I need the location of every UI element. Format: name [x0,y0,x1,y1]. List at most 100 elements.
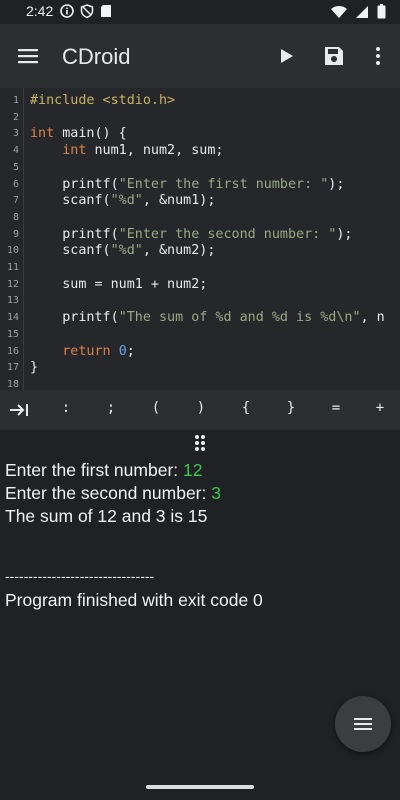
battery-icon [377,4,386,19]
drag-handle-icon [195,435,205,451]
code-line[interactable]: printf("Enter the second number: "); [30,227,352,243]
more-vert-icon [376,47,380,65]
code-token: ; [126,343,135,359]
symbol-key[interactable]: { [232,400,260,416]
line-number: 8 [12,211,19,223]
floating-menu-button[interactable] [335,696,391,752]
code-editor[interactable]: 1 2 3 4 5 6 7 8 9 10 11 12 13 14 15 16 17 18 #include <st… [0,88,400,390]
console-user-input: 3 [211,483,221,503]
code-token: printf( [30,226,119,242]
code-line[interactable]: printf("Enter the first number: "); [30,177,344,193]
status-time: 2:42 [26,3,54,19]
code-token-num: 0 [118,343,127,359]
symbol-key[interactable]: ; [97,400,125,416]
symbol-bar: :; () {} = + [0,390,400,430]
status-bar: 2:42 [0,0,400,24]
code-token: ); [328,176,345,192]
status-icons-left [60,4,112,18]
symbol-key[interactable]: ( [142,400,170,416]
code-token: } [30,360,39,376]
line-number: 1 [12,95,19,106]
code-token-str: "%d" [110,243,143,259]
tab-key-icon [10,404,28,416]
status-icons-right [331,4,386,19]
run-button[interactable] [274,44,298,68]
navigation-gesture-bar[interactable] [146,785,254,789]
line-number: 7 [12,195,19,207]
line-number: 9 [12,228,19,240]
line-number: 11 [6,262,19,273]
line-number: 13 [6,295,19,307]
line-number: 16 [6,345,19,357]
line-number: 5 [12,161,19,173]
console-line-1: Enter the first number: 12 [5,460,202,481]
console-prompt: Enter the second number: [5,483,212,503]
code-token-str: "The sum of %d and %d is %d\n" [118,310,361,326]
line-number: 18 [6,378,19,390]
line-number-gutter: 1 2 3 4 5 6 7 8 9 10 11 12 13 14 15 16 17 18 [0,88,24,390]
console-separator: -------------------------------- [5,568,155,584]
info-icon [60,4,74,18]
line-number: 12 [6,278,19,290]
wifi-icon [331,5,347,18]
code-line[interactable]: sum = num1 + num2; [30,277,207,293]
code-line[interactable]: #include <stdio.h> [30,93,175,109]
app-title: CDroid [62,44,131,69]
line-number: 15 [6,328,19,340]
tab-key-button[interactable] [8,402,32,418]
play-icon [281,49,293,63]
code-line[interactable]: return 0; [30,344,135,360]
code-line[interactable]: int num1, num2, sum; [30,143,224,159]
code-token: sum = num1 + num2; [30,276,208,292]
code-token: printf( [30,176,119,192]
console-line-3: The sum of 12 and 3 is 15 [5,506,208,526]
line-number: 17 [6,362,19,374]
symbol-key[interactable]: : [52,400,80,416]
shield-icon [80,4,94,18]
symbol-key[interactable]: + [366,400,394,416]
code-line[interactable]: int main() { [30,126,127,142]
code-token-pp: #include <stdio.h> [30,93,176,108]
line-number: 2 [12,111,19,123]
symbol-key[interactable]: } [277,400,305,416]
code-token-str: "%d" [110,193,143,209]
panel-drag-handle[interactable] [193,433,207,453]
code-token-kw: int [62,143,87,159]
line-number: 14 [6,312,19,324]
code-token: , n [360,310,385,326]
more-options-button[interactable] [366,44,390,68]
hamburger-menu-icon [354,718,372,730]
console-output[interactable]: Enter the first number: 12 Enter the sec… [0,456,400,800]
code-line[interactable]: scanf("%d", &num1); [30,193,215,209]
code-token: num1, num2, sum; [86,143,224,159]
save-icon [325,47,343,65]
save-button[interactable] [322,44,346,68]
console-exit-message: Program finished with exit code 0 [5,590,263,610]
code-line[interactable]: printf("The sum of %d and %d is %d\n", n [30,310,385,326]
menu-icon [18,49,38,64]
sd-card-icon [101,5,111,17]
menu-button[interactable] [14,42,42,70]
console-line-2: Enter the second number: 3 [5,483,221,504]
code-token-kw: int [30,126,55,142]
line-number: 4 [12,145,19,157]
signal-icon [356,5,368,18]
symbol-key[interactable]: ) [187,400,215,416]
code-line[interactable]: } [30,360,38,376]
code-line[interactable]: scanf("%d", &num2); [30,243,215,259]
code-token-str: "Enter the second number: " [118,226,337,242]
code-token: , &num1); [142,193,216,209]
code-token: scanf( [30,243,111,259]
line-number: 10 [6,245,19,257]
code-token-kw: return [62,343,111,359]
code-token: main() { [54,126,127,142]
console-prompt: Enter the first number: [5,460,183,480]
code-token: scanf( [30,193,111,209]
symbol-key[interactable]: = [322,400,350,416]
code-token: , &num2); [142,243,216,259]
code-token: printf( [30,310,119,326]
line-number: 6 [12,178,19,190]
